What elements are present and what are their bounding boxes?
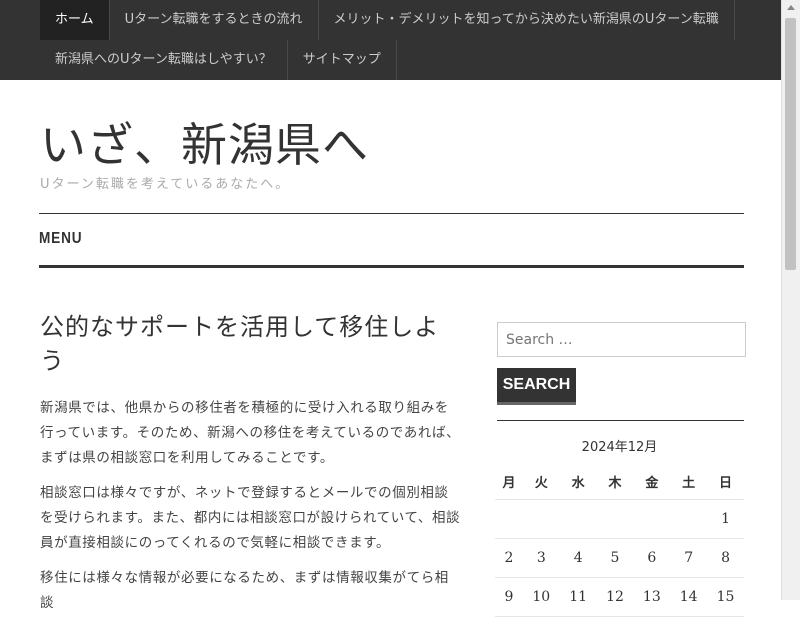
- calendar-week-row: 2 3 4 5 6 7 8: [495, 538, 744, 578]
- menu-bar: MENU: [39, 213, 744, 268]
- calendar-day: 1: [707, 499, 744, 539]
- site-description: Uターン転職を考えているあなたへ。: [40, 177, 291, 192]
- post-paragraph: 新潟県では、他県からの移住者を積極的に受け入れる取り組みを行っています。そのため…: [40, 400, 461, 466]
- nav-item-ease[interactable]: 新潟県へのUターン転職はしやすい？: [40, 40, 288, 80]
- weekday-fri: 金: [633, 463, 671, 500]
- search-input[interactable]: [497, 322, 746, 357]
- nav-row-2: 新潟県へのUターン転職はしやすい？ サイトマップ: [40, 40, 397, 80]
- calendar-week-row: 1: [495, 499, 744, 539]
- calendar-day: [522, 499, 560, 539]
- nav-row-1: ホーム Uターン転職をするときの流れ メリット・デメリットを知ってから決めたい新…: [40, 0, 735, 40]
- post-title: 公的なサポートを活用して移住しよう: [40, 313, 440, 375]
- calendar-weekday-row: 月 火 水 木 金 土 日: [495, 463, 744, 500]
- calendar-day: [495, 499, 523, 539]
- calendar-day: 11: [559, 577, 597, 617]
- scroll-up-arrow-icon[interactable]: [787, 5, 795, 10]
- calendar-week-row: 9 10 11 12 13 14 15: [495, 577, 744, 617]
- calendar-caption: 2024年12月: [581, 440, 658, 455]
- calendar-day: 9: [495, 577, 523, 617]
- weekday-mon: 月: [495, 463, 523, 500]
- calendar-day: 8: [707, 538, 744, 578]
- calendar-day: 3: [522, 538, 560, 578]
- nav-item-merits[interactable]: メリット・デメリットを知ってから決めたい新潟県のUターン転職: [319, 0, 735, 40]
- calendar-day: 7: [670, 538, 708, 578]
- calendar-day: [596, 499, 634, 539]
- weekday-sun: 日: [707, 463, 744, 500]
- calendar-day: 14: [670, 577, 708, 617]
- weekday-thu: 木: [596, 463, 634, 500]
- calendar-day: 10: [522, 577, 560, 617]
- weekday-wed: 水: [559, 463, 597, 500]
- scrollbar-thumb[interactable]: [785, 18, 796, 270]
- calendar-day: 12: [596, 577, 634, 617]
- calendar-widget: 2024年12月 月 火 水 木 金 土 日 1 2 3 4 5 6 7 8 9…: [495, 433, 744, 617]
- calendar-day: 4: [559, 538, 597, 578]
- calendar-day: [633, 499, 671, 539]
- calendar-day: [670, 499, 708, 539]
- menu-toggle[interactable]: MENU: [39, 230, 82, 248]
- post-paragraph: 移住には様々な情報が必要になるため、まずは情報収集がてら相談: [40, 570, 449, 611]
- calendar-day: 15: [707, 577, 744, 617]
- nav-item-sitemap[interactable]: サイトマップ: [288, 40, 397, 80]
- calendar-day: [559, 499, 597, 539]
- calendar-day: 13: [633, 577, 671, 617]
- calendar-day: 5: [596, 538, 634, 578]
- weekday-tue: 火: [522, 463, 560, 500]
- nav-item-flow[interactable]: Uターン転職をするときの流れ: [110, 0, 319, 40]
- post-paragraph: 相談窓口は様々ですが、ネットで登録するとメールでの個別相談を受けられます。また、…: [40, 485, 461, 551]
- calendar-day: 2: [495, 538, 523, 578]
- site-title[interactable]: いざ、新潟県へ: [40, 112, 369, 178]
- top-navigation: ホーム Uターン転職をするときの流れ メリット・デメリットを知ってから決めたい新…: [0, 0, 782, 80]
- calendar-day: 6: [633, 538, 671, 578]
- post-content: 新潟県では、他県からの移住者を積極的に受け入れる取り組みを行っています。そのため…: [40, 396, 462, 626]
- nav-item-home[interactable]: ホーム: [40, 0, 110, 40]
- page-scrollbar[interactable]: [781, 0, 800, 600]
- calendar-table: 月 火 水 木 金 土 日 1 2 3 4 5 6 7 8 9 10 11 12…: [495, 463, 744, 617]
- sidebar-divider: [497, 420, 744, 421]
- weekday-sat: 土: [670, 463, 708, 500]
- search-button[interactable]: SEARCH: [497, 368, 576, 405]
